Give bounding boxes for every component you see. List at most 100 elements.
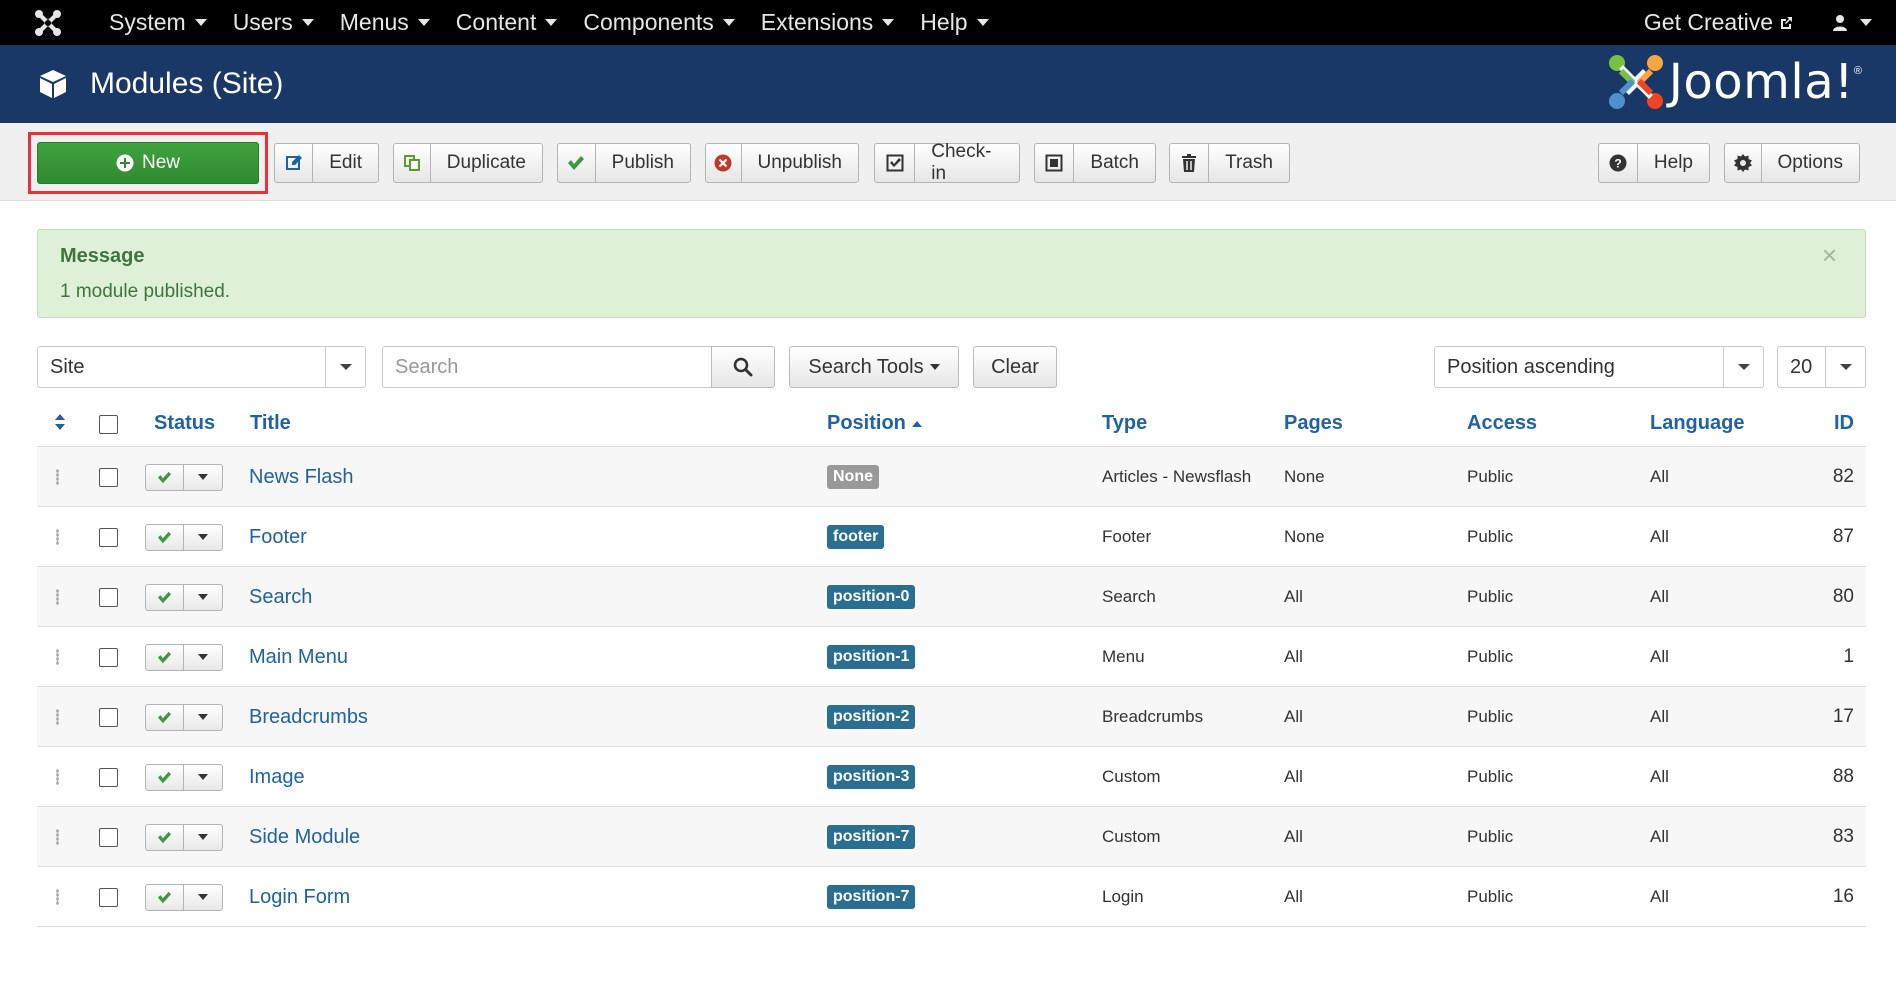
row-checkbox[interactable] [99,567,118,627]
drag-handle-icon[interactable] [56,627,59,687]
menu-system[interactable]: System [96,9,220,36]
header-type[interactable]: Type [1102,412,1147,435]
search-tools-button[interactable]: Search Tools [789,346,959,388]
caret-down-icon[interactable] [184,465,222,490]
sort-ordering-icon[interactable] [54,413,66,437]
table-row: Side Module position-7 Custom All Public… [37,807,1866,867]
module-access: Public [1467,647,1514,666]
table-row: Main Menu position-1 Menu All Public All… [37,627,1866,687]
module-title-link[interactable]: Image [249,766,305,789]
search-input[interactable] [382,346,712,388]
module-title-link[interactable]: Footer [249,526,307,549]
module-title-link[interactable]: Login Form [249,886,350,909]
caret-down-icon[interactable] [184,645,222,670]
status-toggle[interactable] [145,507,223,567]
published-check-icon[interactable] [146,464,184,490]
user-menu[interactable] [1832,14,1896,32]
caret-down-icon[interactable] [184,705,222,730]
module-id: 17 [1832,706,1854,727]
published-check-icon[interactable] [146,644,184,670]
caret-down-icon[interactable] [184,765,222,790]
status-toggle[interactable] [145,807,223,867]
row-checkbox[interactable] [99,447,118,507]
row-checkbox[interactable] [99,687,118,747]
menu-extensions[interactable]: Extensions [748,9,908,36]
status-toggle[interactable] [145,687,223,747]
caret-down-icon[interactable] [184,525,222,550]
batch-button[interactable]: Batch [1034,143,1156,183]
publish-button[interactable]: Publish [557,143,691,183]
module-title-link[interactable]: News Flash [249,466,353,489]
help-button[interactable]: ? Help [1598,143,1710,183]
status-toggle[interactable] [145,627,223,687]
published-check-icon[interactable] [146,824,184,850]
caret-down-icon [929,364,940,370]
row-checkbox[interactable] [99,507,118,567]
joomla-logo-icon[interactable] [0,0,96,45]
edit-button[interactable]: Edit [274,143,379,183]
header-language[interactable]: Language [1650,412,1744,435]
menu-content[interactable]: Content [443,9,571,36]
published-check-icon[interactable] [146,704,184,730]
position-badge: position-7 [827,885,916,909]
status-toggle[interactable] [145,747,223,807]
duplicate-button[interactable]: Duplicate [393,143,543,183]
menu-components[interactable]: Components [570,9,747,36]
header-position[interactable]: Position [827,412,923,435]
get-creative-link[interactable]: Get Creative [1644,9,1832,36]
drag-handle-icon[interactable] [56,687,59,747]
close-icon[interactable]: × [1822,240,1837,271]
search-button[interactable] [711,346,775,388]
checkbox [99,707,118,727]
published-check-icon[interactable] [146,524,184,550]
status-toggle[interactable] [145,567,223,627]
module-access: Public [1467,467,1514,486]
module-title-link[interactable]: Side Module [249,826,360,849]
select-all-checkbox[interactable] [99,415,118,434]
published-check-icon[interactable] [146,584,184,610]
limit-select[interactable]: 20 [1777,346,1866,388]
row-checkbox[interactable] [99,867,118,927]
published-check-icon[interactable] [146,764,184,790]
registered-mark: ® [1853,65,1862,77]
published-check-icon[interactable] [146,884,184,910]
drag-handle-icon[interactable] [56,507,59,567]
menu-help[interactable]: Help [907,9,1001,36]
module-title-link[interactable]: Breadcrumbs [249,706,368,729]
menu-menus[interactable]: Menus [327,9,443,36]
drag-handle-icon[interactable] [56,447,59,507]
ordering-select[interactable]: Position ascending [1434,346,1764,388]
menu-users[interactable]: Users [220,9,327,36]
header-status[interactable]: Status [154,412,215,435]
header-id[interactable]: ID [1834,412,1854,435]
drag-handle-icon[interactable] [56,867,59,927]
caret-down-icon[interactable] [184,585,222,610]
module-title-link[interactable]: Search [249,586,312,609]
drag-handle-icon[interactable] [56,567,59,627]
row-checkbox[interactable] [99,747,118,807]
status-toggle[interactable] [145,867,223,927]
module-pages: All [1284,887,1303,906]
clear-button[interactable]: Clear [973,346,1057,388]
row-checkbox[interactable] [99,627,118,687]
cube-icon [40,70,66,98]
module-title-link[interactable]: Main Menu [249,646,348,669]
header-title[interactable]: Title [250,412,291,435]
position-badge: None [827,465,879,489]
drag-handle-icon[interactable] [56,807,59,867]
header-pages[interactable]: Pages [1284,412,1343,435]
client-select[interactable]: Site [37,346,366,388]
caret-down-icon[interactable] [184,885,222,910]
options-button[interactable]: Options [1724,143,1860,183]
unpublish-button[interactable]: Unpublish [705,143,859,183]
drag-handle-icon[interactable] [56,747,59,807]
trash-button[interactable]: Trash [1169,143,1290,183]
new-button[interactable]: New [37,142,259,184]
status-toggle[interactable] [145,447,223,507]
caret-down-icon[interactable] [184,825,222,850]
header-access[interactable]: Access [1467,412,1537,435]
menu-label: Help [920,9,968,35]
checkbox [99,467,118,487]
checkin-button[interactable]: Check-in [874,141,1020,184]
row-checkbox[interactable] [99,807,118,867]
